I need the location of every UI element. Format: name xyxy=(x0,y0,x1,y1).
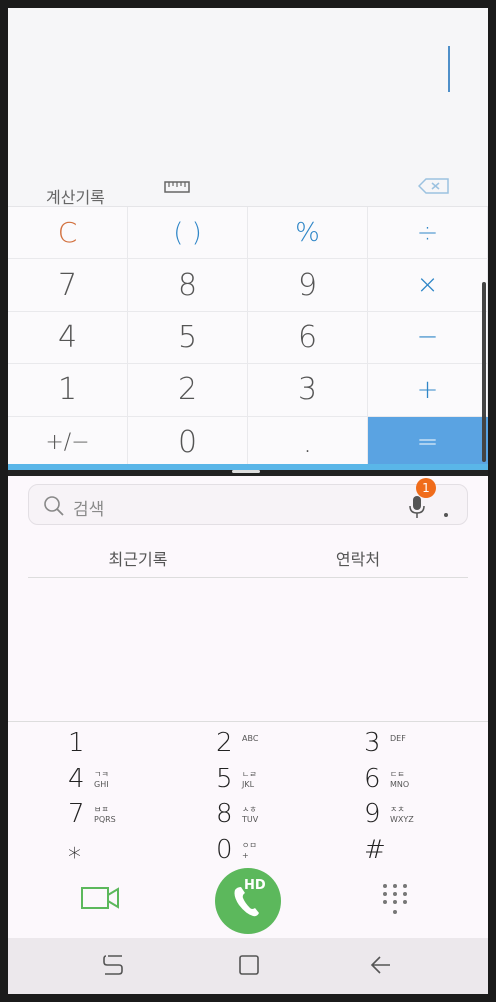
calc-key[interactable]: − xyxy=(368,311,488,365)
split-divider-handle[interactable] xyxy=(232,470,260,473)
backspace-icon[interactable] xyxy=(418,178,450,194)
back-icon[interactable] xyxy=(370,954,392,976)
search-icon xyxy=(44,496,64,516)
home-icon[interactable] xyxy=(238,954,260,976)
calc-key[interactable]: 8 xyxy=(128,259,248,312)
dialpad-key[interactable]: 4 ㄱㅋ GHI xyxy=(0,764,158,799)
dialpad-digit: 9 xyxy=(364,799,381,829)
dialpad-digit: 7 xyxy=(68,799,85,829)
dialpad-key[interactable]: 7 ㅂㅍ PQRS xyxy=(0,799,158,834)
dialpad-letters-secondary: WXYZ xyxy=(390,815,414,824)
calc-key[interactable]: × xyxy=(368,259,488,312)
dialpad-letters-primary: ABC xyxy=(242,734,259,743)
dialpad-key[interactable]: ⁎ xyxy=(0,835,158,870)
calc-key[interactable]: 9 xyxy=(248,259,368,312)
dialpad-digit: 1 xyxy=(68,728,85,758)
calc-key[interactable]: ( ) xyxy=(128,207,248,260)
dialpad-key[interactable]: 0 ㅇㅁ + xyxy=(146,835,306,870)
dialpad-key[interactable]: 8 ㅅㅎ TUV xyxy=(146,799,306,834)
dialpad-letters-secondary: PQRS xyxy=(94,815,116,824)
dialpad-letters-secondary: TUV xyxy=(242,815,259,824)
dialpad-key[interactable]: 1 xyxy=(0,728,158,763)
dialpad-letters-primary: ㅇㅁ xyxy=(242,840,257,850)
dialpad-digit: 8 xyxy=(216,799,233,829)
dialpad-letters: ㅅㅎ TUV xyxy=(242,805,258,825)
dialpad-letters-secondary: + xyxy=(242,850,249,860)
edge-panel-handle[interactable] xyxy=(482,282,486,462)
calculator-app: 계산기록 C( )% ÷ 7 8 9 × 4 5 6− 1 2 3 + +/− 0. = xyxy=(8,8,488,470)
phone-tabs: 최근기록 연락처 xyxy=(28,538,468,578)
dialpad-digit: 0 xyxy=(216,834,233,865)
search-input[interactable]: 검색 xyxy=(28,484,468,525)
search-placeholder: 검색 xyxy=(73,500,105,520)
dialpad-letters: ㄱㅋ GHI xyxy=(94,770,109,790)
calc-key[interactable]: 7 xyxy=(8,259,128,312)
dialpad-digit: ⁎ xyxy=(68,834,81,865)
calc-key[interactable]: C xyxy=(8,207,128,260)
dialpad-letters: ㄴㄹ JKL xyxy=(242,770,257,790)
dialpad-letters-secondary: MNO xyxy=(390,779,410,789)
calc-key[interactable]: = xyxy=(368,416,488,469)
dialpad-letters-primary: ㄷㅌ xyxy=(390,769,405,779)
mic-icon[interactable] xyxy=(409,495,425,519)
input-cursor xyxy=(448,46,450,92)
dialpad-digit: 2 xyxy=(216,728,233,758)
calc-key[interactable]: 5 xyxy=(128,311,248,365)
dialpad-digit: # xyxy=(364,834,386,865)
dialpad-letters-primary: DEF xyxy=(390,734,406,743)
hd-voice-label: HD xyxy=(244,878,266,893)
navigation-bar xyxy=(8,938,488,994)
dialpad-digit: 6 xyxy=(364,763,381,794)
dialpad-letters: ㅂㅍ PQRS xyxy=(94,805,116,825)
dialpad-letters-primary: ㅈㅊ xyxy=(390,805,405,814)
calc-key[interactable]: 1 xyxy=(8,364,128,417)
calc-key[interactable]: + xyxy=(368,364,488,417)
more-options-icon[interactable] xyxy=(439,493,461,519)
dialpad-letters-primary: ㄴㄹ xyxy=(242,769,257,779)
keypad-icon[interactable] xyxy=(380,882,410,918)
video-call-icon[interactable] xyxy=(80,884,120,912)
tab-recents[interactable]: 최근기록 xyxy=(28,546,248,570)
dialpad-key[interactable]: # xyxy=(294,835,454,870)
calculator-display[interactable] xyxy=(8,8,488,168)
calc-key[interactable]: ÷ xyxy=(368,207,488,260)
dialpad-letters: DEF xyxy=(390,734,406,744)
dialpad-digit: 4 xyxy=(68,763,85,794)
dialpad-key[interactable]: 9 ㅈㅊ WXYZ xyxy=(294,799,454,834)
dialpad-letters: ABC xyxy=(242,734,258,744)
history-button[interactable]: 계산기록 xyxy=(46,184,105,208)
dialpad-letters-primary: ㄱㅋ xyxy=(94,769,109,779)
calc-key[interactable]: 6 xyxy=(248,311,368,365)
dialpad-key[interactable]: 6 ㄷㅌ MNO xyxy=(294,764,454,799)
dialpad-key[interactable]: 5 ㄴㄹ JKL xyxy=(146,764,306,799)
ruler-icon[interactable] xyxy=(164,180,190,194)
dialpad-key[interactable]: 2 ABC xyxy=(146,728,306,763)
dialpad-digit: 3 xyxy=(364,728,381,758)
dialpad-letters-secondary: GHI xyxy=(94,779,109,789)
dialpad-letters-primary: ㅅㅎ xyxy=(242,805,257,814)
dialpad-key[interactable]: 3 DEF xyxy=(294,728,454,763)
recent-apps-icon[interactable] xyxy=(102,954,124,976)
calculator-keypad: C( )% ÷ 7 8 9 × 4 5 6− 1 2 3 + +/− 0. = xyxy=(8,206,488,469)
calc-key[interactable]: 2 xyxy=(128,364,248,417)
calc-key[interactable]: +/− xyxy=(8,416,128,469)
dialpad-letters: ㅈㅊ WXYZ xyxy=(390,805,414,825)
calc-key[interactable]: 3 xyxy=(248,364,368,417)
calc-key[interactable]: 4 xyxy=(8,311,128,365)
dialpad-letters: ㅇㅁ + xyxy=(242,841,257,861)
dialpad-digit: 5 xyxy=(216,763,233,794)
tab-contacts[interactable]: 연락처 xyxy=(248,546,468,570)
notification-badge: 1 xyxy=(416,478,436,498)
calc-key[interactable]: % xyxy=(248,207,368,260)
phone-app: 검색 1 최근기록 연락처 1 2 ABC 3 DEF 4 ㄱㅋ GHI 5 ㄴㄹ JKL 6 ㄷㅌ MN… xyxy=(8,476,488,938)
calc-key[interactable]: . xyxy=(248,416,368,469)
dialpad-letters: ㄷㅌ MNO xyxy=(390,770,409,790)
dialpad-letters-secondary: JKL xyxy=(242,779,255,789)
dialpad-letters-primary: ㅂㅍ xyxy=(94,805,109,814)
calc-key[interactable]: 0 xyxy=(128,416,248,469)
